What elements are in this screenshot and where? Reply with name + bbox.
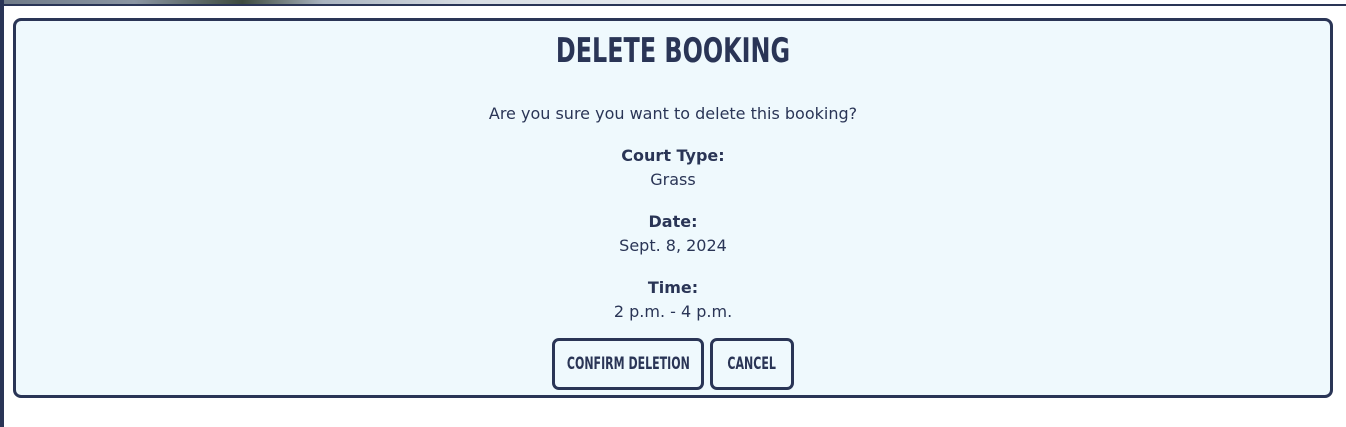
left-border <box>0 0 4 427</box>
action-buttons: Confirm Deletion Cancel <box>16 338 1330 390</box>
cancel-button[interactable]: Cancel <box>710 338 794 390</box>
time-label: Time: <box>647 278 699 297</box>
court-type-field: Court Type: Grass <box>16 146 1330 190</box>
date-value: Sept. 8, 2024 <box>619 236 727 255</box>
court-type-value: Grass <box>650 170 696 189</box>
delete-booking-card: Delete Booking Are you sure you want to … <box>13 18 1333 398</box>
hero-image-strip <box>0 0 1346 6</box>
confirmation-question: Are you sure you want to delete this boo… <box>488 104 858 123</box>
court-type-label: Court Type: <box>621 146 725 165</box>
page-title: Delete Booking <box>555 31 791 71</box>
cancel-label: Cancel <box>727 354 777 374</box>
date-label: Date: <box>648 212 698 231</box>
time-value: 2 p.m. - 4 p.m. <box>613 302 733 321</box>
date-field: Date: Sept. 8, 2024 <box>16 212 1330 256</box>
page: Delete Booking Are you sure you want to … <box>0 0 1346 427</box>
time-field: Time: 2 p.m. - 4 p.m. <box>16 278 1330 322</box>
confirm-deletion-label: Confirm Deletion <box>566 354 690 374</box>
confirm-deletion-button[interactable]: Confirm Deletion <box>552 338 704 390</box>
